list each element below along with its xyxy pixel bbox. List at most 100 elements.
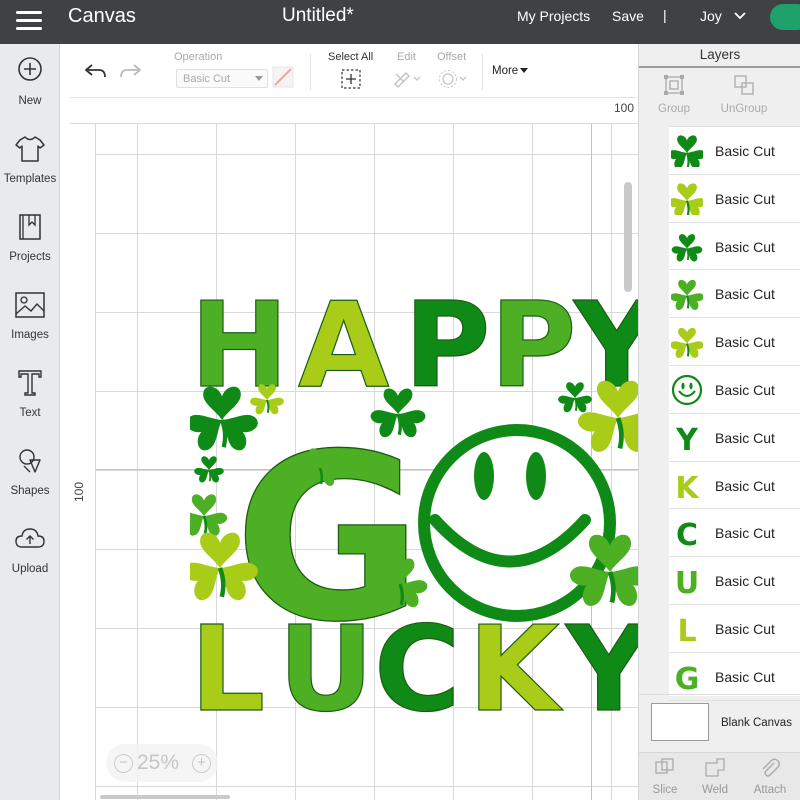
layer-row[interactable]: Basic Cut	[669, 270, 800, 319]
smiley-face[interactable]	[418, 424, 616, 622]
header-separator: |	[663, 7, 667, 23]
operation-value: Basic Cut	[183, 73, 231, 85]
offset-icon[interactable]	[436, 68, 468, 90]
svg-text:C: C	[676, 518, 698, 549]
weld-label: Weld	[702, 784, 728, 796]
layer-row[interactable]: Basic Cut	[669, 127, 800, 175]
attach-button[interactable]: Attach	[745, 757, 795, 796]
letter-u: U	[278, 600, 374, 718]
layer-row[interactable]: K Basic Cut	[669, 462, 800, 510]
svg-text:G: G	[675, 662, 700, 693]
slice-button[interactable]: Slice	[640, 757, 690, 796]
sidebar-item-text[interactable]: Text	[0, 368, 60, 438]
layer-row[interactable]: Basic Cut	[669, 223, 800, 271]
layer-name: Basic Cut	[715, 143, 775, 159]
letter-y-icon: Y	[675, 423, 699, 454]
layer-name: Basic Cut	[715, 668, 775, 685]
layer-actions-bar: Slice Weld Attach	[639, 752, 800, 800]
zoom-level: 25%	[137, 751, 180, 774]
edit-scissors-icon[interactable]	[392, 68, 422, 90]
caret-down-icon	[520, 68, 529, 73]
sidebar-item-projects[interactable]: Projects	[0, 212, 60, 282]
group-button[interactable]: Group	[639, 74, 709, 118]
layer-row[interactable]: C Basic Cut	[669, 509, 800, 558]
my-projects-link[interactable]: My Projects	[517, 8, 590, 24]
design-canvas[interactable]: 100 100 H A P P Y G L U C K Y − 25% +	[70, 98, 638, 800]
weld-button[interactable]: Weld	[690, 757, 740, 796]
happy-go-lucky-design[interactable]: H A P P Y G L U C K Y	[190, 278, 638, 718]
svg-text:U: U	[675, 566, 699, 597]
letter-k: K	[468, 600, 564, 718]
image-icon	[15, 292, 45, 318]
zoom-in-button[interactable]: +	[192, 754, 211, 773]
letter-c-icon: C	[676, 518, 698, 549]
hamburger-menu-icon[interactable]	[14, 8, 44, 34]
layer-row[interactable]: Basic Cut	[669, 175, 800, 223]
blank-canvas-swatch[interactable]	[651, 703, 709, 741]
layer-name: Basic Cut	[715, 621, 775, 637]
slice-label: Slice	[652, 784, 678, 796]
sidebar-item-images[interactable]: Images	[0, 290, 60, 360]
document-title[interactable]: Untitled*	[282, 5, 354, 27]
clover-mid-icon	[671, 279, 703, 311]
save-button[interactable]: Save	[612, 8, 644, 24]
undo-icon[interactable]	[83, 58, 109, 84]
letter-p: P	[404, 278, 490, 414]
user-menu[interactable]: Joy	[700, 8, 722, 24]
sidebar-item-label: Images	[11, 329, 49, 341]
ruler-horizontal: 100	[70, 98, 638, 124]
toolbar-divider	[310, 54, 311, 90]
layer-name: Basic Cut	[715, 334, 775, 351]
letter-u-icon: U	[675, 566, 699, 597]
make-it-button[interactable]	[770, 4, 800, 30]
layer-name: Basic Cut	[715, 190, 775, 207]
operation-label: Operation	[174, 51, 223, 63]
shirt-icon	[15, 136, 45, 162]
sidebar-item-label: New	[18, 95, 42, 107]
group-icon	[664, 75, 684, 95]
layer-row[interactable]: Y Basic Cut	[669, 414, 800, 462]
letter-a: A	[298, 278, 389, 414]
clover-light-icon	[671, 327, 703, 359]
zoom-control: − 25% +	[106, 744, 218, 782]
layers-panel: Layers Group UnGroup Basic Cut Basic Cut…	[638, 44, 800, 800]
sidebar-item-label: Text	[19, 407, 41, 419]
group-label: Group	[658, 103, 690, 115]
word-lucky[interactable]: L U C K Y	[190, 599, 638, 718]
layer-name: Basic Cut	[715, 429, 775, 446]
layer-name: Basic Cut	[715, 477, 775, 494]
clover-dark-icon	[671, 232, 703, 263]
blank-canvas-row[interactable]: Blank Canvas	[639, 694, 800, 750]
layer-row[interactable]: L Basic Cut	[669, 605, 800, 653]
sidebar-item-upload[interactable]: Upload	[0, 524, 60, 594]
horizontal-scrollbar[interactable]	[100, 795, 230, 799]
more-menu-button[interactable]: More	[492, 65, 529, 77]
no-color-swatch-icon[interactable]	[272, 66, 294, 88]
operation-select[interactable]: Basic Cut	[176, 69, 268, 88]
zoom-out-button[interactable]: −	[114, 754, 133, 773]
more-label: More	[492, 65, 519, 77]
sidebar-item-templates[interactable]: Templates	[0, 134, 60, 204]
blank-canvas-label: Blank Canvas	[721, 717, 792, 729]
ungroup-button[interactable]: UnGroup	[709, 74, 779, 118]
layer-row[interactable]: Basic Cut	[669, 318, 800, 366]
word-happy[interactable]: H A P P Y	[190, 278, 638, 415]
smiley-icon	[671, 374, 703, 406]
layer-row[interactable]: Basic Cut	[669, 366, 800, 414]
edit-toolbar: Operation Basic Cut Select All Edit Offs…	[70, 44, 638, 98]
svg-text:K: K	[675, 471, 700, 502]
letter-c: C	[374, 600, 461, 718]
select-all-icon[interactable]	[340, 68, 362, 90]
ruler-vertical: 100	[70, 124, 96, 800]
layer-row[interactable]: U Basic Cut	[669, 557, 800, 605]
bookmark-book-icon	[19, 214, 41, 240]
select-all-label: Select All	[328, 51, 374, 63]
vertical-scrollbar[interactable]	[624, 182, 632, 292]
letter-g-icon: G	[675, 662, 700, 693]
redo-icon[interactable]	[117, 58, 143, 84]
sidebar-item-new[interactable]: New	[0, 56, 60, 126]
text-t-icon	[18, 370, 42, 396]
sidebar-item-shapes[interactable]: Shapes	[0, 446, 60, 516]
chevron-down-icon[interactable]	[733, 9, 747, 23]
letter-y: Y	[564, 600, 638, 718]
